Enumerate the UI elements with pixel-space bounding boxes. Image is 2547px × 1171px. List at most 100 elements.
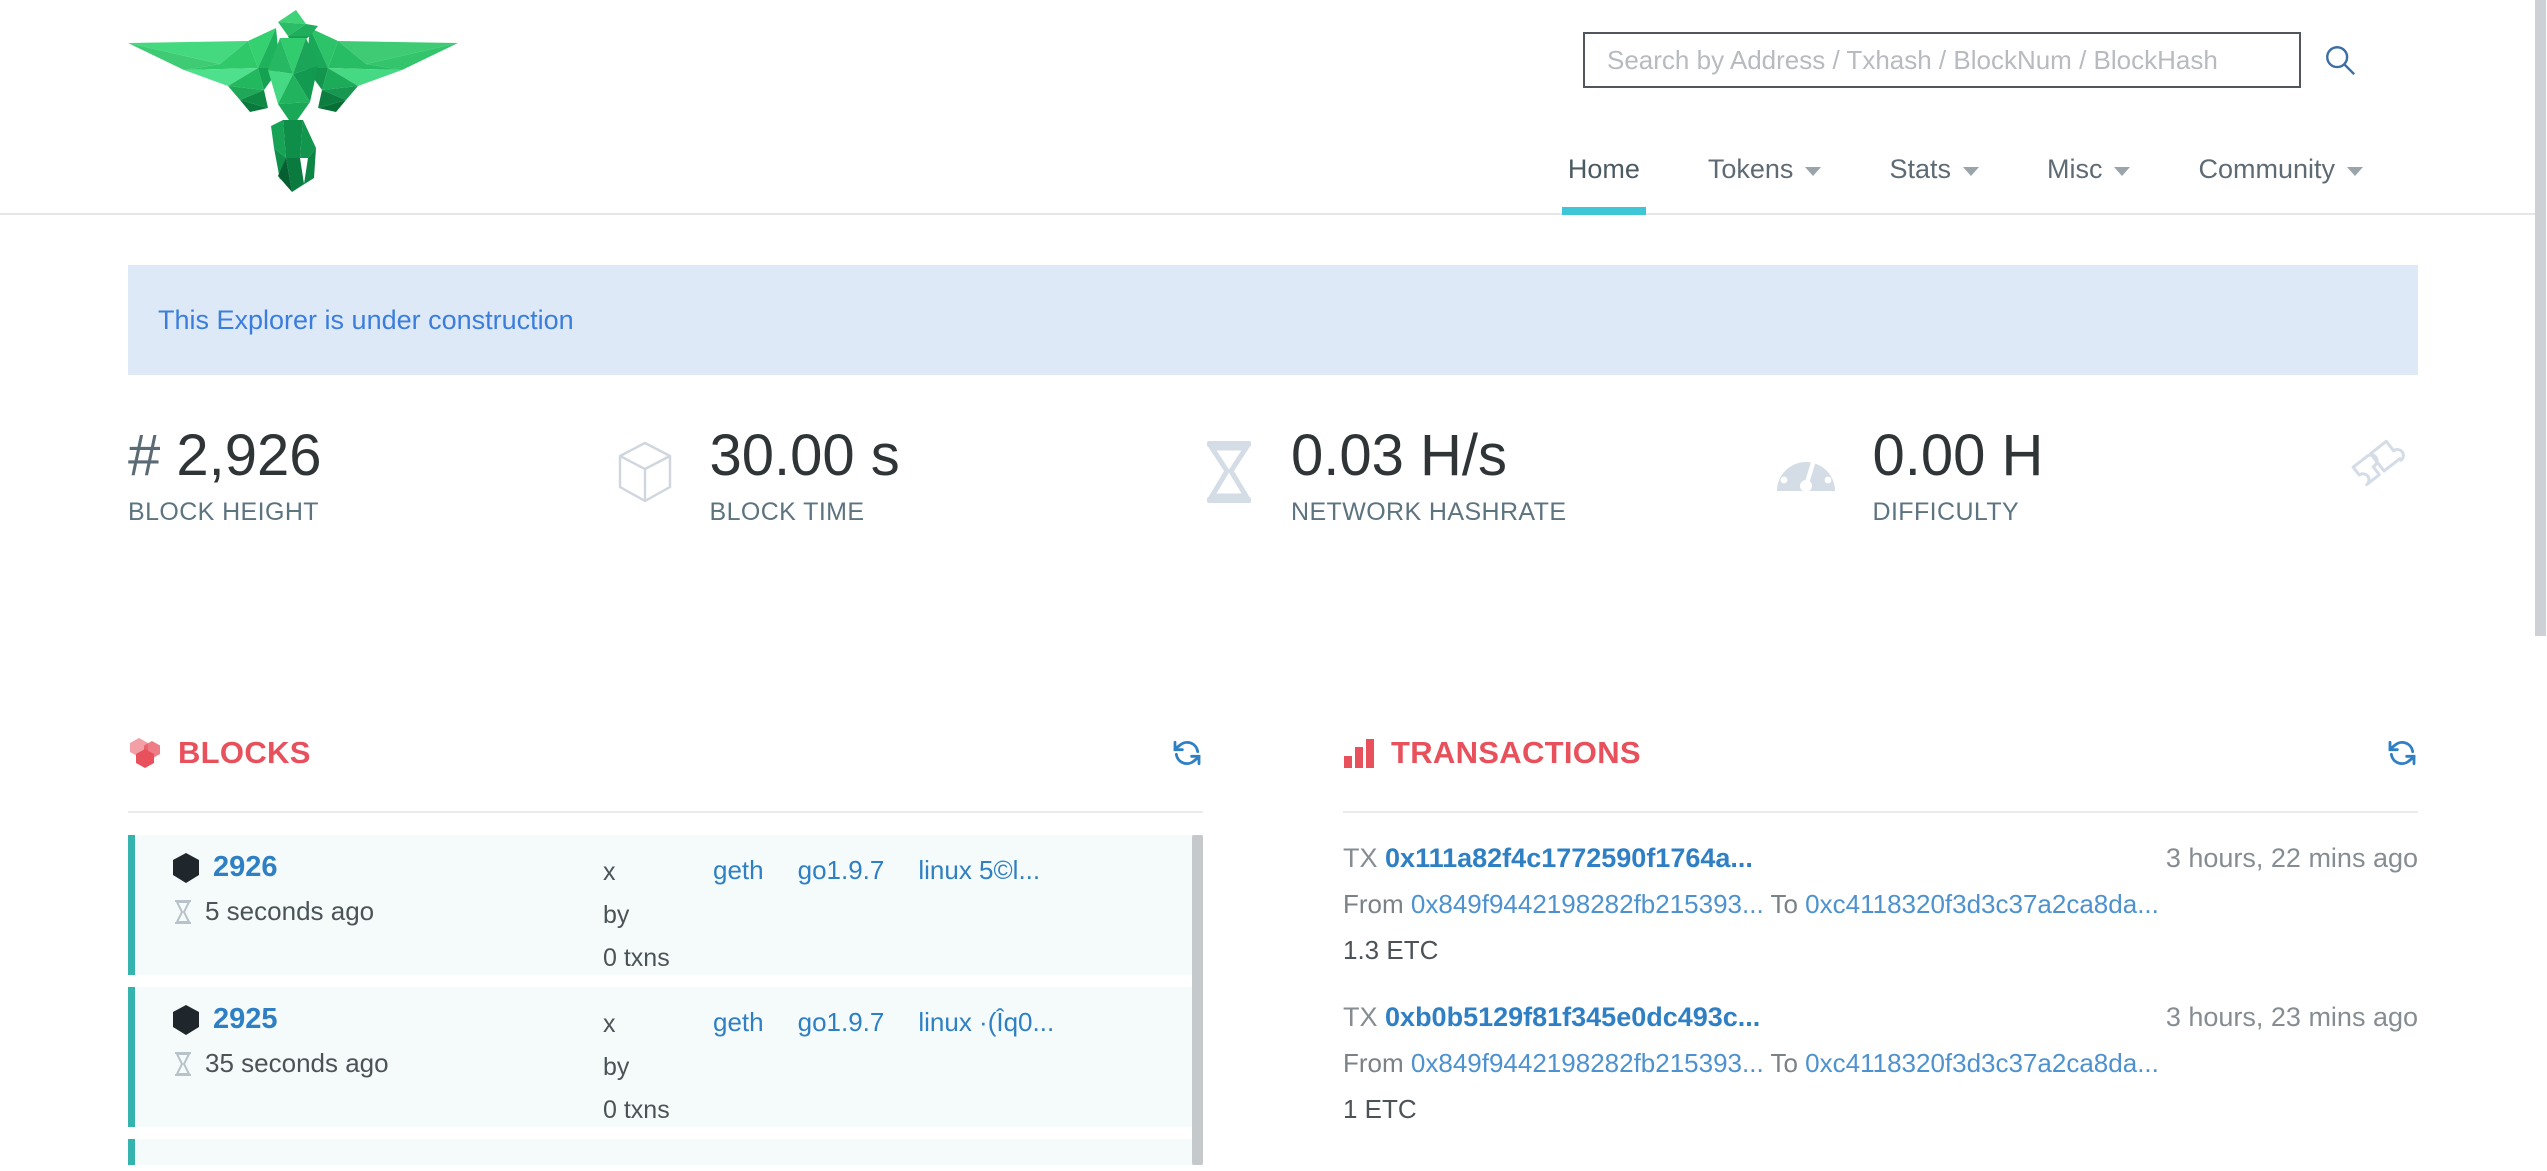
- bar-chart-icon: [1343, 738, 1375, 768]
- nav-item-home[interactable]: Home: [1534, 154, 1674, 215]
- chevron-down-icon: [2114, 167, 2131, 176]
- search-area: [1583, 32, 2357, 88]
- stat-value-network-hashrate: 0.03 H/s: [1291, 423, 1507, 488]
- gauge-icon: [1775, 439, 1837, 499]
- blocks-panel-header: BLOCKS: [128, 735, 1203, 813]
- transaction-age: 3 hours, 22 mins ago: [2165, 843, 2418, 873]
- block-client-info: geth go1.9.7 linux 5©l...: [713, 851, 1040, 975]
- blocks-scrollbar-track[interactable]: [1192, 835, 1203, 1165]
- search-input[interactable]: [1607, 44, 2277, 76]
- blocks-scrollbar-thumb[interactable]: [1192, 835, 1203, 1165]
- block-meta-column: x by 0 txns: [603, 1003, 713, 1127]
- from-address-link[interactable]: 0x849f9442198282fb215393...: [1411, 1048, 1764, 1078]
- nav-item-tokens[interactable]: Tokens: [1674, 154, 1856, 213]
- transactions-panel-title: TRANSACTIONS: [1343, 735, 1641, 771]
- block-age: 5 seconds ago: [173, 896, 603, 927]
- transaction-row-top: TX 0x111a82f4c1772590f1764a... 3 hours, …: [1343, 843, 2418, 874]
- block-height-number: 2,926: [176, 423, 322, 488]
- transaction-row-top: TX 0xb0b5129f81f345e0dc493c... 3 hours, …: [1343, 1002, 2418, 1033]
- blocks-list[interactable]: 2926 5 seconds ago x by 0 txns geth go1.…: [128, 835, 1203, 1165]
- stat-block-height: # 2,926 BLOCK HEIGHT: [128, 423, 710, 527]
- block-platform: linux 5©l...: [918, 855, 1041, 885]
- chevron-down-icon: [1962, 167, 1979, 176]
- block-row[interactable]: 2925 35 seconds ago x by 0 txns geth go1…: [128, 987, 1203, 1127]
- hourglass-icon: [173, 1051, 193, 1077]
- site-logo[interactable]: [128, 8, 458, 193]
- transactions-list: TX 0x111a82f4c1772590f1764a... 3 hours, …: [1343, 843, 2418, 1125]
- stat-value-block-height: # 2,926: [128, 423, 322, 488]
- transaction-row[interactable]: TX 0x111a82f4c1772590f1764a... 3 hours, …: [1343, 843, 2418, 966]
- blocks-panel: BLOCKS 2926 5 seconds ago x by 0 txns ge…: [128, 735, 1203, 1165]
- page-scrollbar-thumb[interactable]: [2535, 0, 2546, 636]
- to-label: To: [1770, 1048, 1798, 1078]
- stat-difficulty: 0.00 H DIFFICULTY: [1872, 423, 2419, 527]
- construction-alert-text: This Explorer is under construction: [158, 304, 574, 335]
- low-poly-green-bird-logo-icon: [128, 10, 458, 192]
- block-version: go1.9.7: [797, 855, 885, 885]
- block-by-label: by: [603, 901, 630, 929]
- block-number: 2926: [213, 851, 278, 883]
- nav-item-misc[interactable]: Misc: [2013, 154, 2165, 213]
- transaction-hash-link[interactable]: 0x111a82f4c1772590f1764a...: [1385, 843, 1753, 873]
- content-panels: BLOCKS 2926 5 seconds ago x by 0 txns ge…: [128, 735, 2418, 1165]
- cubes-icon: [128, 738, 162, 768]
- puzzle-icon: [2348, 439, 2418, 497]
- search-icon[interactable]: [2323, 43, 2357, 77]
- transactions-refresh-icon[interactable]: [2386, 737, 2418, 769]
- block-number-link[interactable]: 2926: [173, 851, 603, 884]
- block-client: geth: [713, 1007, 764, 1037]
- network-stats: # 2,926 BLOCK HEIGHT 30.00 s BLOCK TIME …: [128, 423, 2419, 527]
- transactions-panel: TRANSACTIONS TX 0x111a82f4c1772590f1764a…: [1343, 735, 2418, 1165]
- block-age-text: 5 seconds ago: [205, 896, 375, 926]
- blocks-refresh-icon[interactable]: [1171, 737, 1203, 769]
- transactions-title-text: TRANSACTIONS: [1391, 735, 1641, 770]
- nav-label-home: Home: [1567, 154, 1640, 184]
- stat-network-hashrate: 0.03 H/s NETWORK HASHRATE: [1291, 423, 1873, 527]
- stat-value-difficulty: 0.00 H: [1872, 423, 2044, 488]
- stat-label-network-hashrate: NETWORK HASHRATE: [1291, 497, 1567, 526]
- to-label: To: [1770, 889, 1798, 919]
- nav-item-community[interactable]: Community: [2164, 154, 2397, 213]
- block-number-link[interactable]: 2925: [173, 1003, 603, 1036]
- blocks-title-text: BLOCKS: [178, 735, 311, 770]
- stat-label-block-height: BLOCK HEIGHT: [128, 497, 319, 526]
- block-cube-icon: [173, 852, 199, 883]
- tx-prefix-label: TX: [1343, 843, 1378, 873]
- site-header: Home Tokens Stats Misc Community: [0, 0, 2547, 215]
- transaction-age: 3 hours, 23 mins ago: [2165, 1002, 2418, 1032]
- block-row-main: 2925 35 seconds ago: [173, 1003, 603, 1127]
- block-number: 2925: [213, 1003, 278, 1035]
- block-version: go1.9.7: [797, 1007, 885, 1037]
- block-age-text: 35 seconds ago: [205, 1048, 389, 1078]
- transaction-hash-link[interactable]: 0xb0b5129f81f345e0dc493c...: [1385, 1002, 1760, 1032]
- nav-item-stats[interactable]: Stats: [1855, 154, 2013, 213]
- main-navigation: Home Tokens Stats Misc Community: [1534, 123, 2397, 215]
- block-row-main: 2926 5 seconds ago: [173, 851, 603, 975]
- to-address-link[interactable]: 0xc4118320f3d3c37a2ca8da...: [1805, 889, 2159, 919]
- block-age: 35 seconds ago: [173, 1048, 603, 1079]
- blocks-panel-title: BLOCKS: [128, 735, 311, 771]
- transaction-value: 1.3 ETC: [1343, 935, 1439, 965]
- search-box[interactable]: [1583, 32, 2301, 88]
- from-label: From: [1343, 889, 1404, 919]
- to-address-link[interactable]: 0xc4118320f3d3c37a2ca8da...: [1805, 1048, 2159, 1078]
- block-txns: 0 txns: [603, 1096, 670, 1124]
- nav-label-stats: Stats: [1889, 154, 1951, 184]
- hash-prefix: #: [128, 423, 177, 488]
- block-meta-column: x by 0 txns: [603, 851, 713, 975]
- block-miner-label: x: [603, 858, 616, 886]
- transaction-row[interactable]: TX 0xb0b5129f81f345e0dc493c... 3 hours, …: [1343, 1002, 2418, 1125]
- page-scrollbar-track[interactable]: [2535, 0, 2547, 1171]
- block-client-info: geth go1.9.7 linux ·(Îq0...: [713, 1003, 1054, 1127]
- construction-alert: This Explorer is under construction: [128, 265, 2418, 375]
- transactions-panel-header: TRANSACTIONS: [1343, 735, 2418, 813]
- stat-block-time: 30.00 s BLOCK TIME: [710, 424, 1292, 527]
- block-row[interactable]: [128, 1139, 1203, 1165]
- transaction-hash-line: TX 0x111a82f4c1772590f1764a...: [1343, 843, 1753, 874]
- transaction-addresses: From 0x849f9442198282fb215393... To 0xc4…: [1343, 889, 2418, 920]
- cube-icon: [616, 439, 674, 505]
- hourglass-icon: [173, 899, 193, 925]
- block-txns: 0 txns: [603, 944, 670, 972]
- from-address-link[interactable]: 0x849f9442198282fb215393...: [1411, 889, 1764, 919]
- block-row[interactable]: 2926 5 seconds ago x by 0 txns geth go1.…: [128, 835, 1203, 975]
